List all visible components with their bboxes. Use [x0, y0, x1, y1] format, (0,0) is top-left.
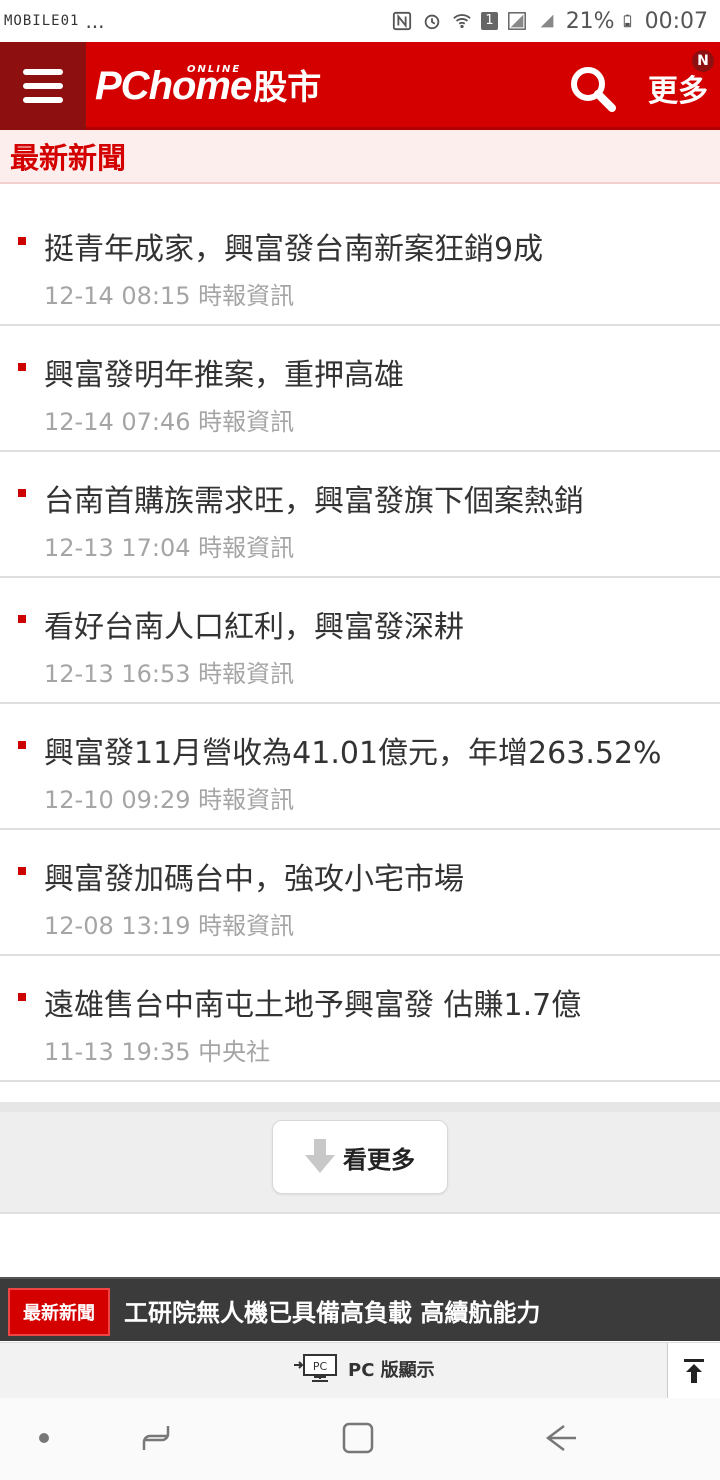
pc-monitor-icon: PC [294, 1354, 337, 1382]
section-header: 最新新聞 [0, 130, 720, 184]
dot-icon[interactable] [24, 1418, 64, 1458]
nfc-icon [393, 11, 412, 31]
news-list: 挺青年成家，興富發台南新案狂銷9成 12-14 08:15 時報資訊 興富發明年… [0, 200, 720, 1082]
news-title[interactable]: 看好台南人口紅利，興富發深耕 [44, 602, 464, 646]
news-meta: 12-14 08:15 時報資訊 [44, 282, 295, 310]
news-item[interactable]: 挺青年成家，興富發台南新案狂銷9成 12-14 08:15 時報資訊 [0, 200, 720, 326]
notification-overflow: ... [85, 9, 105, 33]
news-meta: 12-13 17:04 時報資訊 [44, 534, 295, 562]
bullet-icon [18, 867, 26, 875]
logo-online-tag: ONLINE [187, 64, 242, 75]
app-header: PChome股市 ONLINE 更多 N [0, 42, 720, 130]
news-meta: 11-13 19:35 中央社 [44, 1038, 271, 1066]
pchome-stock-logo[interactable]: PChome股市 ONLINE [95, 60, 321, 120]
news-item[interactable]: 看好台南人口紅利，興富發深耕 12-13 16:53 時報資訊 [0, 578, 720, 704]
news-meta: 12-14 07:46 時報資訊 [44, 408, 295, 436]
alarm-icon [425, 14, 440, 30]
ticker-headline[interactable]: 工研院無人機已具備高負載 高續航能力 [124, 1293, 540, 1328]
news-title[interactable]: 興富發明年推案，重押高雄 [44, 350, 404, 394]
signal-roaming-icon [540, 14, 554, 28]
news-item[interactable]: 遠雄售台中南屯土地予興富發 估賺1.7億 11-13 19:35 中央社 [0, 956, 720, 1082]
bullet-icon [18, 615, 26, 623]
news-item[interactable]: 興富發明年推案，重押高雄 12-14 07:46 時報資訊 [0, 326, 720, 452]
search-icon[interactable] [566, 62, 618, 114]
sim-badge: 1 [481, 12, 498, 30]
ticker-tag: 最新新聞 [8, 1288, 110, 1336]
bullet-icon [18, 363, 26, 371]
bullet-icon [18, 993, 26, 1001]
pc-icon-text: PC [313, 1360, 328, 1373]
news-meta: 12-08 13:19 時報資訊 [44, 912, 295, 940]
bullet-icon [18, 489, 26, 497]
battery-percent: 21% [565, 8, 615, 34]
status-bar: MOBILE01 ... 1 21% 00:07 [0, 0, 720, 42]
system-nav-bar [0, 1398, 720, 1480]
news-title[interactable]: 台南首購族需求旺，興富發旗下個案熱銷 [44, 476, 584, 520]
pc-version-bar: PC PC 版顯示 [0, 1342, 720, 1399]
see-more-button[interactable]: 看更多 [272, 1120, 448, 1194]
see-more-label: 看更多 [343, 1145, 415, 1174]
section-title: 最新新聞 [10, 141, 127, 175]
recent-apps-icon[interactable] [136, 1418, 176, 1458]
pc-version-label: PC 版顯示 [348, 1360, 435, 1381]
clock: 00:07 [644, 8, 708, 34]
battery-icon [623, 14, 631, 28]
pc-version-button[interactable]: PC PC 版顯示 [294, 1353, 435, 1385]
news-title[interactable]: 興富發11月營收為41.01億元，年增263.52% [44, 728, 662, 772]
see-more-area: 看更多 [0, 1102, 720, 1214]
back-icon[interactable] [540, 1418, 580, 1458]
bullet-icon [18, 237, 26, 245]
down-arrow-icon [305, 1139, 335, 1173]
status-left: MOBILE01 ... [0, 0, 105, 42]
watermark-text: MOBILE01 [4, 13, 80, 29]
news-meta: 12-10 09:29 時報資訊 [44, 786, 295, 814]
more-button[interactable]: 更多 [648, 66, 708, 110]
news-item[interactable]: 興富發加碼台中，強攻小宅市場 12-08 13:19 時報資訊 [0, 830, 720, 956]
news-ticker[interactable]: 最新新聞 工研院無人機已具備高負載 高續航能力 [0, 1277, 720, 1341]
back-to-top-icon[interactable] [667, 1343, 720, 1399]
status-right: 1 21% 00:07 [391, 0, 708, 42]
hamburger-menu-icon[interactable] [0, 42, 86, 130]
news-title[interactable]: 遠雄售台中南屯土地予興富發 估賺1.7億 [44, 980, 581, 1024]
news-title[interactable]: 挺青年成家，興富發台南新案狂銷9成 [44, 224, 543, 268]
wifi-icon [453, 14, 472, 29]
news-meta: 12-13 16:53 時報資訊 [44, 660, 295, 688]
logo-section: 股市 [253, 68, 322, 108]
signal-icon [507, 12, 526, 30]
home-icon[interactable] [338, 1418, 378, 1458]
news-item[interactable]: 台南首購族需求旺，興富發旗下個案熱銷 12-13 17:04 時報資訊 [0, 452, 720, 578]
news-item[interactable]: 興富發11月營收為41.01億元，年增263.52% 12-10 09:29 時… [0, 704, 720, 830]
bullet-icon [18, 741, 26, 749]
news-title[interactable]: 興富發加碼台中，強攻小宅市場 [44, 854, 464, 898]
new-badge: N [692, 50, 714, 72]
